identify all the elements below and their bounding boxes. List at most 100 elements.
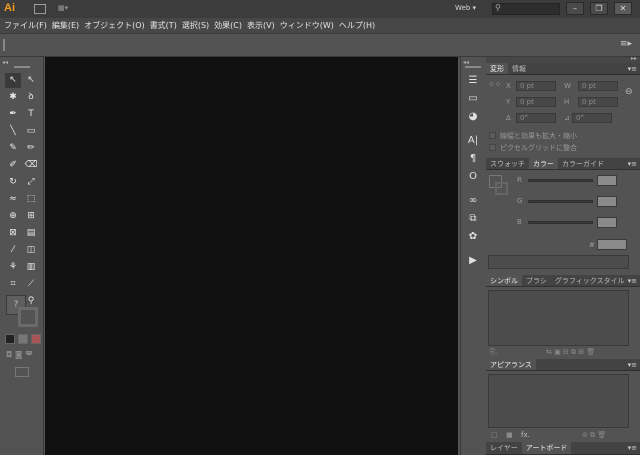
pen-tool-icon[interactable]: ✒	[5, 107, 21, 122]
none-mode-button[interactable]	[31, 334, 41, 344]
rectangle-tool-icon[interactable]: ▭	[23, 124, 39, 139]
screen-mode-button[interactable]	[15, 367, 29, 377]
tab-brushes[interactable]: ブラシ	[522, 275, 551, 286]
mesh-tool-icon[interactable]: ⊠	[5, 226, 21, 241]
tab-layers[interactable]: レイヤー	[486, 442, 522, 454]
paragraph-icon[interactable]: ¶	[464, 151, 482, 167]
stroke-swatch[interactable]	[18, 307, 38, 327]
panels-collapse-icon[interactable]: ▸▸	[631, 55, 637, 62]
g-value[interactable]	[597, 196, 617, 207]
toolbox-grip[interactable]	[14, 66, 30, 68]
tab-symbols[interactable]: シンボル	[486, 275, 522, 286]
gradient-tool-icon[interactable]: ▤	[23, 226, 39, 241]
tab-swatches[interactable]: スウォッチ	[486, 158, 529, 169]
color-panel-menu-icon[interactable]: ▾≡	[628, 158, 637, 170]
blob-brush-tool-icon[interactable]: ✐	[5, 158, 21, 173]
r-slider[interactable]	[528, 179, 593, 182]
menu-view[interactable]: 表示(V)	[247, 18, 280, 33]
play-action-icon[interactable]: ▶	[464, 253, 482, 269]
add-effect-button[interactable]: fx.	[521, 431, 530, 439]
direct-selection-tool-icon[interactable]: ↖	[23, 73, 39, 88]
menu-help[interactable]: ヘルプ(H)	[339, 18, 380, 33]
character-icon[interactable]: A|	[464, 133, 482, 149]
pixel-grid-checkbox[interactable]	[489, 144, 496, 151]
menu-select[interactable]: 選択(S)	[182, 18, 214, 33]
constrain-proportions-icon[interactable]: ⊖	[625, 87, 633, 97]
line-tool-icon[interactable]: ╲	[5, 124, 21, 139]
magic-wand-tool-icon[interactable]: ✱	[5, 90, 21, 105]
control-panel-menu-icon[interactable]: ≡▸	[620, 39, 632, 49]
lasso-tool-icon[interactable]: ꝺ	[23, 90, 39, 105]
draw-mode-icons[interactable]: ◘ ◙ ◚	[6, 350, 33, 359]
x-field[interactable]: 0 pt	[516, 81, 556, 91]
collapse-icon[interactable]: ◂◂	[2, 59, 8, 66]
opentype-icon[interactable]: O	[464, 169, 482, 185]
close-button[interactable]: ✕	[614, 2, 632, 15]
selection-tool-icon[interactable]: ↖	[5, 73, 21, 88]
symbol-panel-menu-icon[interactable]: ▾≡	[628, 275, 637, 287]
reference-point-icon[interactable]: ⁘⁘	[488, 80, 501, 89]
hex-field[interactable]	[597, 239, 627, 250]
transparency-icon[interactable]: ◕	[464, 109, 482, 125]
eraser-tool-icon[interactable]: ⌫	[23, 158, 39, 173]
b-slider[interactable]	[528, 221, 593, 224]
dock-collapse-icon[interactable]: ◂◂	[463, 59, 469, 66]
paintbrush-tool-icon[interactable]: ✎	[5, 141, 21, 156]
menu-object[interactable]: オブジェクト(O)	[84, 18, 150, 33]
arrange-documents-button[interactable]: ▦▾	[58, 4, 78, 14]
graphic-styles-icon[interactable]: ✿	[464, 229, 482, 245]
scale-tool-icon[interactable]: ⤢	[23, 175, 39, 190]
menu-lines-icon[interactable]: ☰	[464, 73, 482, 89]
menu-window[interactable]: ウィンドウ(W)	[280, 18, 339, 33]
perspective-grid-tool-icon[interactable]: ⊞	[23, 209, 39, 224]
warp-tool-icon[interactable]: ≈	[5, 192, 21, 207]
gradient-mode-button[interactable]	[18, 334, 28, 344]
column-graph-tool-icon[interactable]: ▥	[23, 260, 39, 275]
control-bar-grip[interactable]	[3, 39, 5, 51]
symbol-list[interactable]	[488, 290, 629, 346]
slice-tool-icon[interactable]: ⟋	[23, 277, 39, 292]
symbols-icon[interactable]: ⧉	[464, 211, 482, 227]
tab-transform[interactable]: 変形	[486, 63, 508, 74]
y-field[interactable]: 0 pt	[516, 97, 556, 107]
minimize-button[interactable]: –	[566, 2, 584, 15]
color-mode-button[interactable]	[5, 334, 15, 344]
h-field[interactable]: 0 pt	[578, 97, 618, 107]
panel-menu-icon[interactable]: ▾≡	[628, 63, 637, 75]
appearance-panel-menu-icon[interactable]: ▾≡	[628, 359, 637, 371]
search-input[interactable]: ⚲	[492, 3, 560, 15]
layers-panel-menu-icon[interactable]: ▾≡	[628, 442, 637, 454]
color-spectrum[interactable]	[488, 255, 629, 269]
r-value[interactable]	[597, 175, 617, 186]
tab-info[interactable]: 情報	[508, 63, 530, 74]
b-value[interactable]	[597, 217, 617, 228]
menu-file[interactable]: ファイル(F)	[4, 18, 52, 33]
tab-color[interactable]: カラー	[529, 158, 558, 169]
g-slider[interactable]	[528, 200, 593, 203]
workspace-switcher[interactable]: Web ▾	[455, 4, 476, 12]
link-icon[interactable]: ∞	[464, 193, 482, 209]
symbol-footer-icons[interactable]: ⇆ ▣ ⊟ ⧉ ⊞ 🗑	[546, 348, 595, 357]
color-stroke-box[interactable]	[495, 182, 508, 195]
tab-color-guide[interactable]: カラーガイド	[558, 158, 608, 169]
artboard-tool-icon[interactable]: ⌗	[5, 277, 21, 292]
gradient-swatch-icon[interactable]: ▭	[464, 91, 482, 107]
add-fill-icon[interactable]: ■	[506, 431, 513, 439]
type-tool-icon[interactable]: T	[23, 107, 39, 122]
add-stroke-icon[interactable]: □	[491, 431, 498, 439]
shape-builder-tool-icon[interactable]: ⊕	[5, 209, 21, 224]
scale-strokes-checkbox[interactable]	[489, 132, 496, 139]
appearance-footer-icons[interactable]: ⊘ ⧉ 🗑	[582, 431, 606, 440]
bridge-button[interactable]	[34, 4, 46, 14]
eyedropper-tool-icon[interactable]: ⁄	[5, 243, 21, 258]
tab-appearance[interactable]: アピアランス	[486, 359, 536, 370]
tab-artboards[interactable]: アートボード	[521, 442, 572, 454]
pencil-tool-icon[interactable]: ✏	[23, 141, 39, 156]
w-field[interactable]: 0 pt	[578, 81, 618, 91]
shear-field[interactable]: 0°	[572, 113, 612, 123]
menu-edit[interactable]: 編集(E)	[52, 18, 84, 33]
symbol-library-icon[interactable]: ⎘.	[490, 348, 498, 357]
restore-button[interactable]: ❐	[590, 2, 608, 15]
free-transform-tool-icon[interactable]: ⬚	[23, 192, 39, 207]
menu-effect[interactable]: 効果(C)	[214, 18, 247, 33]
